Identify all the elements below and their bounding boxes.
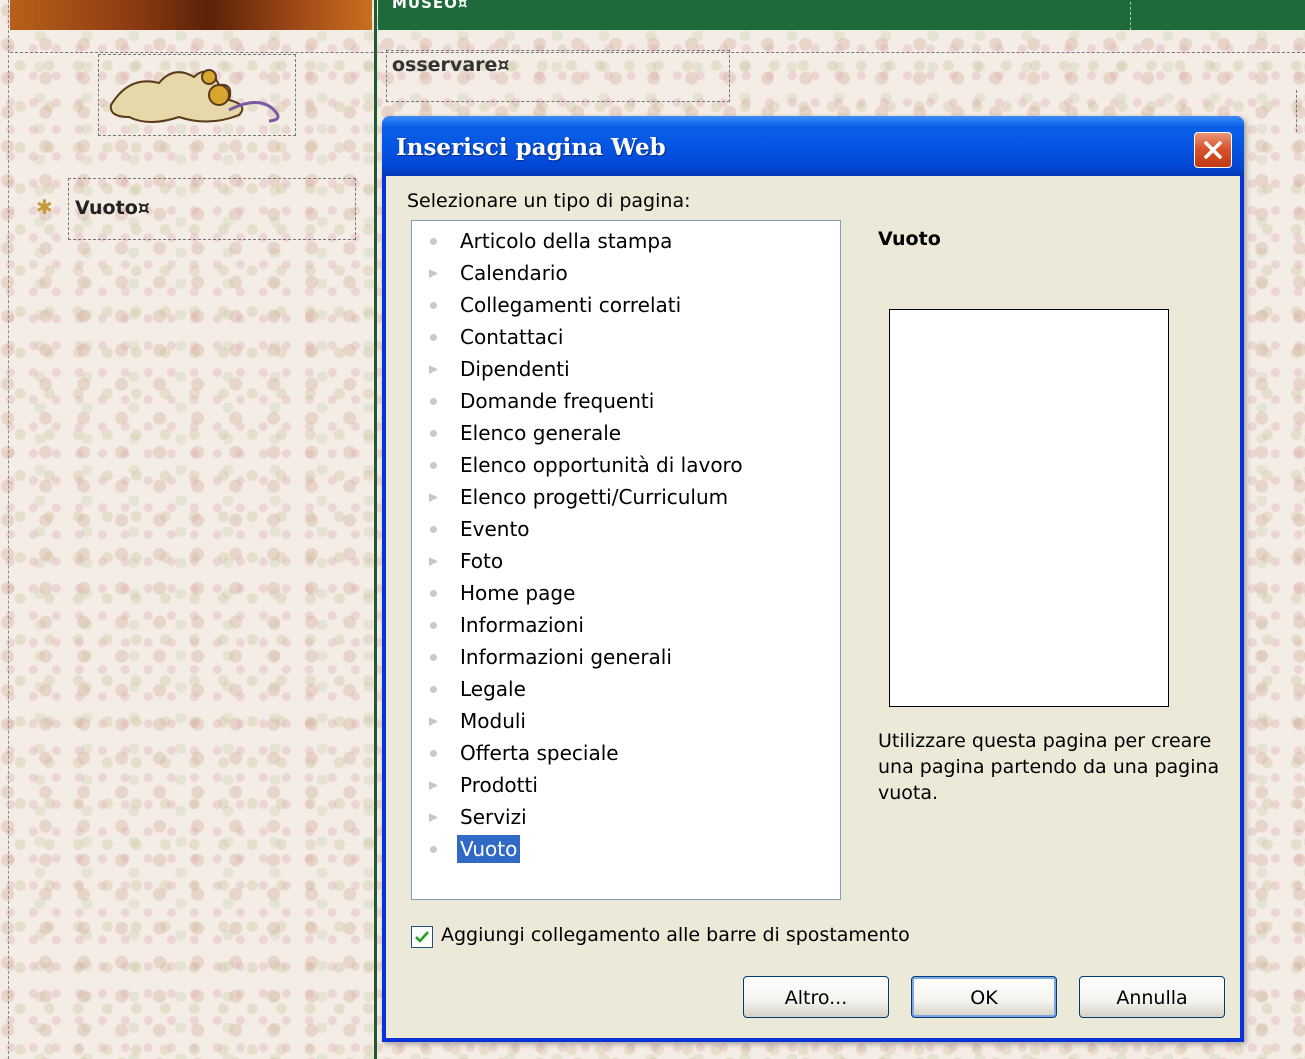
page-type-item-label: Legale <box>460 677 526 701</box>
page-type-item[interactable]: Foto <box>412 545 832 577</box>
ok-button[interactable]: OK <box>911 976 1057 1018</box>
page-type-item[interactable]: Dipendenti <box>412 353 832 385</box>
page-type-item[interactable]: Elenco opportunità di lavoro <box>412 449 832 481</box>
dialog-titlebar[interactable]: Inserisci pagina Web <box>382 116 1244 176</box>
page-type-item-label: Moduli <box>460 709 526 733</box>
page-type-item[interactable]: Articolo della stampa <box>412 225 832 257</box>
bullet-dot-icon <box>430 750 437 757</box>
expand-arrow-icon <box>429 813 438 822</box>
top-navigation-bar <box>378 0 1305 30</box>
nav-divider <box>1130 2 1132 30</box>
page-type-item[interactable]: Elenco generale <box>412 417 832 449</box>
page-type-item-label: Evento <box>460 517 530 541</box>
more-button[interactable]: Altro... <box>743 976 889 1018</box>
page-type-item[interactable]: Servizi <box>412 801 832 833</box>
page-type-item[interactable]: Offerta speciale <box>412 737 832 769</box>
page-type-item[interactable]: Informazioni <box>412 609 832 641</box>
expand-arrow-icon <box>429 781 438 790</box>
page-type-list[interactable]: Articolo della stampa Calendario Collegame… <box>411 220 841 900</box>
bullet-dot-icon <box>430 398 437 405</box>
page-type-item-label: Foto <box>460 549 504 573</box>
content-text[interactable]: osservare¤ <box>392 54 509 76</box>
page-type-item-label: Vuoto <box>457 835 521 863</box>
bullet-dot-icon <box>430 462 437 469</box>
page-type-item[interactable]: Moduli <box>412 705 832 737</box>
page-type-item[interactable]: Contattaci <box>412 321 832 353</box>
add-to-navbar-checkbox[interactable] <box>411 926 433 948</box>
column-divider <box>374 0 377 1059</box>
expand-arrow-icon <box>429 269 438 278</box>
oak-leaf-logo-icon <box>109 69 280 123</box>
page-type-item[interactable]: Collegamenti correlati <box>412 289 832 321</box>
add-to-navbar-label[interactable]: Aggiungi collegamento alle barre di spos… <box>441 924 910 946</box>
page-type-item-label: Elenco progetti/Curriculum <box>460 485 729 509</box>
expand-arrow-icon <box>429 557 438 566</box>
nav-bar-label: MUSEO¤ <box>392 0 469 12</box>
bullet-dot-icon <box>430 622 437 629</box>
dialog-title: Inserisci pagina Web <box>396 134 666 161</box>
page-type-item-label: Servizi <box>460 805 527 829</box>
right-guide <box>1296 90 1297 132</box>
page-type-item[interactable]: Vuoto <box>412 833 832 865</box>
close-button[interactable] <box>1194 132 1232 168</box>
page-type-item-label: Dipendenti <box>460 357 570 381</box>
page-type-item-label: Informazioni <box>460 613 584 637</box>
page-type-item-label: Informazioni generali <box>460 645 672 669</box>
page-type-item-label: Contattaci <box>460 325 564 349</box>
page-type-item[interactable]: Evento <box>412 513 832 545</box>
bullet-dot-icon <box>430 302 437 309</box>
bullet-dot-icon <box>430 526 437 533</box>
close-icon <box>1204 141 1222 159</box>
flower-bullet-icon: ✱ <box>36 195 53 219</box>
page-type-item-label: Domande frequenti <box>460 389 655 413</box>
bullet-dot-icon <box>430 686 437 693</box>
preview-title: Vuoto <box>878 228 941 250</box>
page-type-prompt: Selezionare un tipo di pagina: <box>407 190 691 212</box>
page-type-item-label: Calendario <box>460 261 568 285</box>
insert-web-page-dialog: Inserisci pagina Web Selezionare un tipo… <box>382 116 1244 1042</box>
page-type-item-label: Home page <box>460 581 576 605</box>
preview-thumbnail <box>889 309 1169 707</box>
bullet-dot-icon <box>430 430 437 437</box>
header-banner-image <box>10 0 372 30</box>
page-type-item-label: Collegamenti correlati <box>460 293 682 317</box>
bullet-dot-icon <box>430 654 437 661</box>
preview-description: Utilizzare questa pagina per creare una … <box>878 730 1220 804</box>
page-type-item[interactable]: Home page <box>412 577 832 609</box>
page-type-item[interactable]: Informazioni generali <box>412 641 832 673</box>
checkmark-icon <box>415 931 429 943</box>
page-type-item[interactable]: Legale <box>412 673 832 705</box>
page-type-item-label: Prodotti <box>460 773 538 797</box>
page-type-item-label: Articolo della stampa <box>460 229 673 253</box>
page-type-item[interactable]: Calendario <box>412 257 832 289</box>
page-type-item[interactable]: Elenco progetti/Curriculum <box>412 481 832 513</box>
expand-arrow-icon <box>429 493 438 502</box>
page-left-guide <box>8 0 9 1059</box>
page-type-item[interactable]: Domande frequenti <box>412 385 832 417</box>
expand-arrow-icon <box>429 365 438 374</box>
page-type-item-label: Elenco opportunità di lavoro <box>460 453 743 477</box>
bullet-dot-icon <box>430 846 437 853</box>
page-type-item[interactable]: Prodotti <box>412 769 832 801</box>
cancel-button[interactable]: Annulla <box>1079 976 1225 1018</box>
expand-arrow-icon <box>429 717 438 726</box>
bullet-dot-icon <box>430 238 437 245</box>
page-type-item-label: Elenco generale <box>460 421 622 445</box>
logo-frame[interactable] <box>98 54 296 136</box>
page-type-item-label: Offerta speciale <box>460 741 619 765</box>
bullet-dot-icon <box>430 334 437 341</box>
sidebar-nav-item[interactable]: Vuoto¤ <box>75 197 150 219</box>
bullet-dot-icon <box>430 590 437 597</box>
